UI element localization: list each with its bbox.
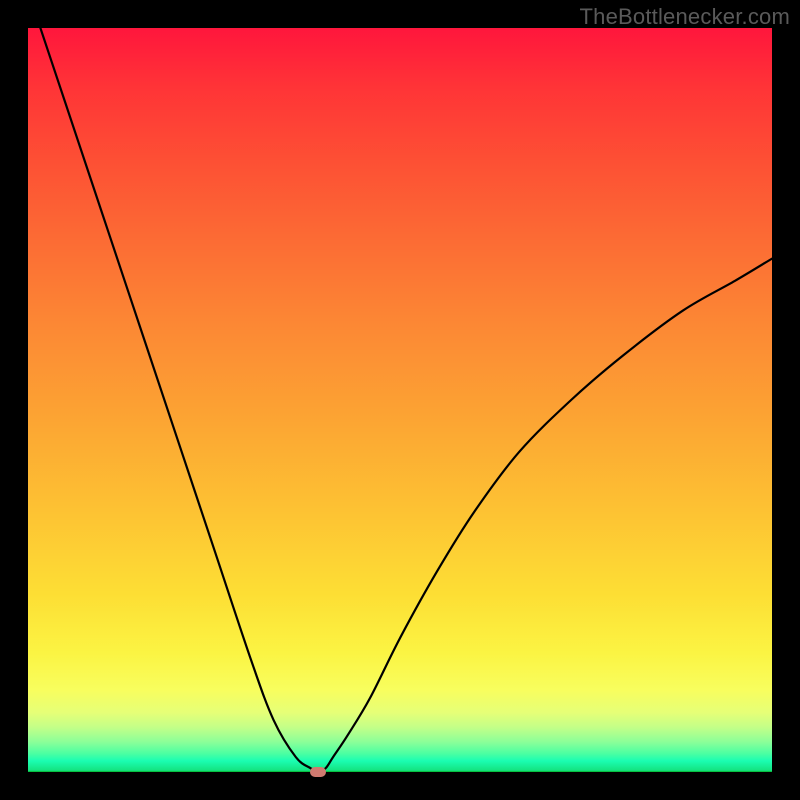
watermark-text: TheBottlenecker.com [580, 4, 790, 30]
plot-area [28, 28, 772, 772]
optimum-marker [310, 767, 326, 777]
chart-frame: TheBottlenecker.com [0, 0, 800, 800]
bottleneck-curve [28, 28, 772, 772]
